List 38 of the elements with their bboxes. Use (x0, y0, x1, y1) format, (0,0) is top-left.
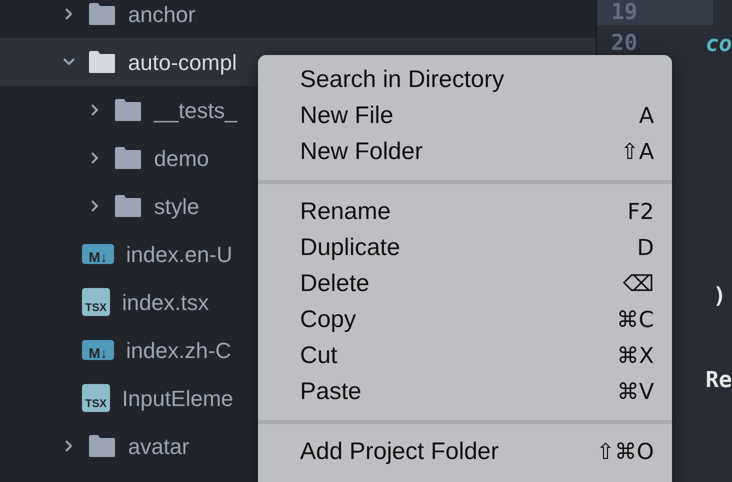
tree-item-label: index.tsx (122, 288, 209, 316)
tsx-file-icon: TSX (82, 384, 110, 412)
tree-item-label: demo (154, 144, 210, 172)
menu-item-label: Duplicate (300, 233, 400, 263)
tree-item-label: style (154, 192, 200, 221)
shortcut-label: ⌘X (616, 342, 654, 370)
line-number: 19 (611, 0, 638, 24)
menu-item-label: Delete (300, 269, 370, 299)
code-text: ) (713, 282, 726, 310)
tree-item-label: index.en-U (126, 240, 232, 268)
shortcut-label: A (638, 102, 654, 130)
shortcut-label: D (637, 234, 654, 262)
shortcut-label: ⇧⌘O (596, 438, 654, 466)
menu-item-label: New Folder (300, 137, 423, 167)
menu-item-label: Rename (300, 197, 391, 227)
tree-item-label: index.zh-C (126, 336, 232, 364)
shortcut-label: ⌘C (616, 306, 654, 334)
markdown-file-icon: M↓ (82, 340, 114, 360)
tsx-file-icon: TSX (82, 288, 110, 316)
shortcut-label: ⇧A (620, 138, 654, 166)
tree-item-label: avatar (128, 432, 190, 460)
menu-item-label: Search in Directory (300, 65, 504, 95)
tree-item-label: InputEleme (122, 384, 234, 413)
tree-item-label: auto-compl (128, 48, 237, 77)
menu-item-label: New File (300, 101, 394, 131)
shortcut-label: ⌘V (616, 378, 654, 406)
shortcut-label: ⌫ (622, 270, 654, 298)
tree-item-label: __tests_ (154, 96, 238, 124)
menu-item-label: Add Project Folder (300, 437, 499, 467)
tree-item-label: anchor (128, 0, 196, 28)
menu-item-label: Cut (300, 341, 338, 371)
line-number: 20 (611, 32, 638, 56)
code-text: Re (706, 366, 732, 394)
markdown-file-icon: M↓ (82, 244, 114, 264)
menu-item-label: Copy (300, 305, 356, 335)
code-text: co (706, 30, 732, 58)
menu-item-label: Paste (300, 377, 362, 407)
shortcut-label: F2 (627, 198, 654, 226)
